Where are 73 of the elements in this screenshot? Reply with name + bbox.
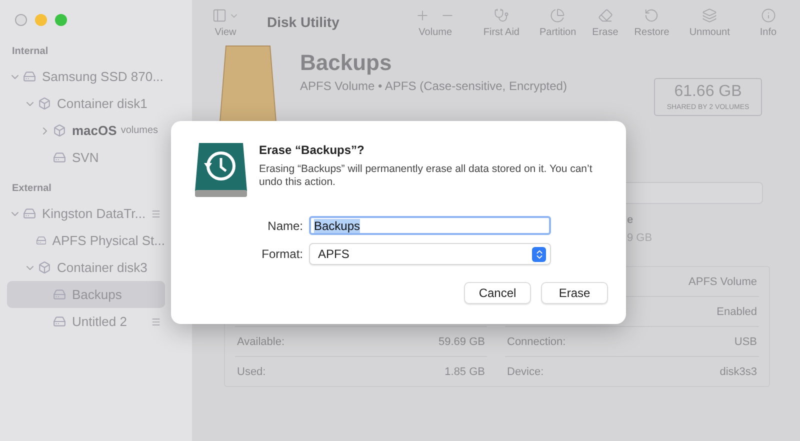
info-icon[interactable] (760, 8, 776, 23)
item-note: volumes (120, 125, 158, 136)
toolbar-label[interactable]: Volume (418, 27, 452, 38)
zoom-button[interactable] (55, 14, 67, 26)
minimize-button[interactable] (35, 14, 47, 26)
dialog-title: Erase “Backups”? (259, 143, 366, 157)
sidebar-icon[interactable] (212, 8, 227, 23)
sidebar-item[interactable]: SVN (7, 144, 165, 171)
format-select[interactable]: APFS (309, 243, 551, 265)
rotate-icon[interactable] (644, 8, 660, 23)
cube-icon (38, 261, 51, 274)
drive-icon (23, 70, 36, 83)
item-label: macOS (72, 123, 117, 138)
cube-icon (38, 97, 51, 110)
volume-subtitle: APFS Volume • APFS (Case-sensitive, Encrypted) (300, 79, 567, 93)
section-heading: External (11, 183, 52, 194)
field-label: Name: (266, 218, 303, 232)
sidebar-item[interactable]: Samsung SSD 870... (7, 63, 165, 90)
eraser-icon[interactable] (598, 8, 613, 23)
table-cell: Used: (237, 366, 266, 378)
cube-icon (53, 124, 66, 137)
layers-icon[interactable] (702, 8, 718, 23)
stepper-icon[interactable] (532, 246, 546, 262)
table-cell: APFS Volume (688, 276, 757, 288)
table-cell: disk3s3 (720, 366, 757, 378)
backup-drive-icon (193, 141, 249, 198)
drive-icon (23, 207, 36, 220)
drive-icon (36, 234, 46, 247)
item-label: Untitled 2 (72, 314, 127, 329)
item-label: Backups (72, 287, 122, 302)
sidebar-item[interactable]: Untitled 2 (7, 308, 165, 335)
sidebar-item[interactable]: Container disk1 (7, 90, 165, 117)
plus-icon[interactable] (415, 8, 430, 23)
item-label: Kingston DataTr... (42, 206, 146, 221)
sidebar-item[interactable]: Container disk3 (7, 254, 165, 281)
table-cell: 1.85 GB (444, 366, 485, 378)
view-label: View (214, 27, 236, 38)
sidebar-item[interactable]: APFS Physical St... (7, 227, 165, 254)
section-heading: Internal (11, 46, 50, 57)
erase-button[interactable]: Erase (541, 282, 608, 304)
item-label: SVN (72, 150, 99, 165)
drive-icon (53, 151, 66, 164)
table-cell: Connection: (507, 336, 566, 348)
toolbar-label[interactable]: Info (760, 27, 777, 38)
cancel-button[interactable]: Cancel (464, 282, 531, 304)
item-label: APFS Physical St... (52, 233, 165, 248)
sidebar-item[interactable]: Kingston DataTr... (7, 200, 165, 227)
sidebar-item[interactable]: macOS volumes (7, 117, 165, 144)
table-cell: Available: (237, 336, 284, 348)
stethoscope-icon[interactable] (494, 8, 509, 23)
dialog-message: Erasing “Backups” will permanently erase all data stored on it. You can’t undo this action. (259, 163, 594, 189)
table-cell: Enabled (716, 306, 757, 318)
field-label: Format: (260, 247, 303, 261)
drive-icon (53, 315, 66, 328)
pie-chart-icon[interactable] (550, 8, 566, 23)
name-field[interactable]: Backups (309, 216, 551, 235)
toolbar-label[interactable]: First Aid (483, 27, 520, 38)
toolbar-label[interactable]: Unmount (689, 27, 730, 38)
close-button[interactable] (15, 14, 27, 26)
toolbar-label[interactable]: Restore (634, 27, 670, 38)
drive-icon (53, 288, 66, 301)
item-label: Container disk3 (57, 260, 148, 275)
volume-name: Backups (300, 50, 393, 76)
sidebar-item[interactable]: Backups (7, 281, 165, 308)
capacity-value: 61.66 GB (674, 83, 742, 101)
table-cell: USB (734, 336, 757, 348)
toolbar-label[interactable]: Erase (592, 27, 618, 38)
table-cell: 59.69 GB (438, 336, 485, 348)
toolbar-label[interactable]: Partition (539, 27, 576, 38)
item-label: Container disk1 (57, 96, 148, 111)
window-title: Disk Utility (267, 14, 340, 30)
table-cell: Device: (507, 366, 544, 378)
item-label: Samsung SSD 870... (42, 69, 164, 84)
